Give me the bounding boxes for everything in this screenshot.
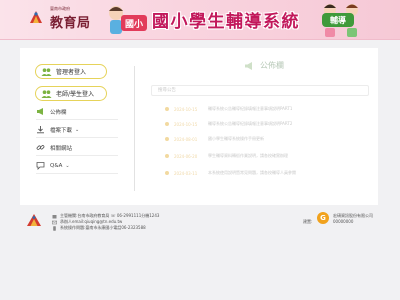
bulletin-header: 公佈欄 — [244, 60, 284, 71]
bullet-dot-icon — [165, 137, 169, 141]
sidebar-item-label: Q&A — [50, 162, 63, 169]
list-item[interactable]: 2024-06-20 學生輔導資料轉銜作業說明，請各校確實辦理 — [165, 151, 375, 161]
bullet-dot-icon — [165, 107, 169, 111]
bulletin-title: 公佈欄 — [260, 61, 284, 70]
notice-date: 2024-08-01 — [174, 136, 198, 142]
sidebar-item-label: 公佈欄 — [50, 109, 67, 116]
sidebar-item-downloads[interactable]: 檔案下載 ⌄ — [36, 122, 118, 138]
notice-date: 2024-10-15 — [174, 121, 198, 127]
admin-login-label: 管理者登入 — [56, 69, 87, 76]
teacher-student-login-button[interactable]: 老師/學生登入 — [35, 86, 107, 101]
sponsor-label: 建置: — [303, 219, 313, 224]
notice-title: 學生輔導資料轉銜作業說明，請各校確實辦理 — [208, 153, 288, 158]
chevron-down-icon: ⌄ — [65, 162, 70, 169]
admin-login-button[interactable]: 管理者登入 — [35, 64, 107, 79]
banner-title: 國小學生輔導系統 — [152, 12, 300, 32]
sidebar-item-related-sites[interactable]: 相關網站 — [36, 140, 118, 156]
list-item[interactable]: 2024-10-15 輔導系統公告輔導紀錄填報注意事項說明PART1 — [165, 104, 375, 114]
bullet-dot-icon — [165, 154, 169, 158]
main-panel: 管理者登入 老師/學生登入 公佈欄 檔案下載 ⌄ 相關網站 Q&A ⌄ 公佈欄 … — [20, 48, 378, 205]
sidebar: 管理者登入 老師/學生登入 公佈欄 檔案下載 ⌄ 相關網站 Q&A ⌄ — [30, 56, 123, 196]
education-bureau-logo-icon[interactable] — [28, 9, 44, 25]
link-icon — [36, 143, 45, 152]
bulletin-search-input[interactable]: 搜尋公告 — [151, 85, 369, 96]
notice-title: 輔導系統公告輔導紀錄填報注意事項說明PART2 — [208, 121, 293, 126]
sidebar-item-label: 相關網站 — [50, 145, 73, 152]
list-item[interactable]: 2024-08-01 國小學生輔導系統操作手冊更新 — [165, 134, 375, 144]
sponsor-logo-icon: G — [317, 212, 329, 224]
site-header: 臺南市政府 教育局 國小 國小學生輔導系統 輔導 — [0, 0, 400, 40]
bullet-dot-icon — [165, 171, 169, 175]
sidebar-divider — [134, 66, 135, 191]
footer-support-line: 系統操作問題:臺南市永康國小電話06-2323588 — [52, 225, 146, 231]
notice-date: 2024-03-11 — [174, 170, 198, 176]
teacher-student-login-label: 老師/學生登入 — [56, 91, 95, 98]
notice-date: 2024-06-20 — [174, 153, 198, 159]
sponsor-id: 00000000 — [333, 219, 354, 224]
org-title[interactable]: 教育局 — [50, 12, 91, 31]
sidebar-item-label: 檔案下載 — [50, 127, 73, 134]
notice-title: 國小學生輔導系統操作手冊更新 — [208, 136, 264, 141]
education-bureau-logo-icon — [27, 214, 41, 226]
footer-support-text: 系統操作問題:臺南市永康國小電話06-2323588 — [60, 225, 146, 230]
list-item[interactable]: 2024-03-11 本系統使用說明暨常見問題，請各校輔導人員參閱 — [165, 168, 375, 178]
sidebar-item-qa[interactable]: Q&A ⌄ — [36, 158, 118, 174]
users-icon — [41, 67, 52, 76]
notice-title: 本系統使用說明暨常見問題，請各校輔導人員參閱 — [208, 170, 296, 175]
megaphone-icon — [36, 107, 45, 116]
notice-date: 2024-10-15 — [174, 106, 198, 112]
users-icon — [41, 89, 52, 98]
site-footer: 主管機關:台南市政府教育局 ☏ 06-2991111分機1243 承辦人emai… — [0, 205, 400, 240]
banner-badge-elementary: 國小 — [121, 15, 147, 31]
chat-icon — [36, 161, 45, 170]
chevron-down-icon: ⌄ — [75, 126, 80, 133]
bullet-dot-icon — [165, 122, 169, 126]
list-item[interactable]: 2024-10-15 輔導系統公告輔導紀錄填報注意事項說明PART2 — [165, 119, 375, 129]
megaphone-icon — [244, 61, 254, 71]
mail-icon — [52, 220, 58, 225]
download-icon — [36, 125, 45, 134]
notice-title: 輔導系統公告輔導紀錄填報注意事項說明PART1 — [208, 106, 293, 111]
phone-icon — [52, 225, 57, 231]
banner-badge-counseling: 輔導 — [322, 13, 354, 27]
sidebar-item-bulletin[interactable]: 公佈欄 — [36, 104, 118, 120]
building-icon — [52, 214, 57, 219]
